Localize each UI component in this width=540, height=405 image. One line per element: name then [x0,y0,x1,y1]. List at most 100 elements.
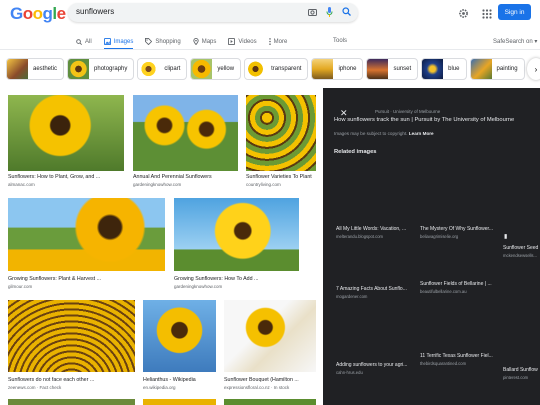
tab-all[interactable]: All [76,39,92,45]
result-image[interactable] [8,198,165,271]
result-image[interactable] [8,95,124,171]
google-logo[interactable]: Google [10,4,66,24]
chip-thumbnail [191,59,213,79]
chip-painting[interactable]: painting [469,58,525,80]
result-caption[interactable]: Growing Sunflowers: Plant & Harvest ... [8,276,101,282]
related-images-heading: Related images [334,149,377,155]
result-image[interactable] [224,300,316,372]
result-source: en.wikipedia.org [143,385,176,390]
result-image[interactable] [174,198,299,271]
result-caption[interactable]: Growing Sunflowers: How To Add ... [174,276,258,282]
chips-next-arrow-icon[interactable]: › [527,58,540,80]
result-image[interactable] [8,300,135,372]
chip-sunset[interactable]: sunset [366,58,419,80]
related-source: melterandu.blogspot.com [336,234,384,239]
chip-label: aesthetic [33,66,58,72]
tools-button[interactable]: Tools [333,38,347,44]
result-source: gardeningknowhow.com [133,182,182,187]
tab-label: More [273,38,288,45]
chip-thumbnail [470,59,492,79]
logo-letter: g [42,4,53,23]
chip-iphone[interactable]: iphone [311,58,364,80]
related-caption[interactable]: Adding sunflowers to your agri... [336,362,407,368]
chip-aesthetic[interactable]: aesthetic [6,58,65,80]
chip-label: yellow [217,66,235,72]
chip-transparent[interactable]: transparent [244,58,309,80]
search-input[interactable]: sunflowers [76,7,114,16]
chip-blue[interactable]: blue [421,58,467,80]
tab-maps[interactable]: Maps [193,38,217,45]
result-source: countryliving.com [246,182,281,187]
tab-label: Images [113,38,134,45]
learn-more-link[interactable]: Learn More [409,131,434,136]
tab-videos[interactable]: Videos [228,38,257,45]
related-caption[interactable]: Sunflower Seed [503,245,538,251]
chip-label: blue [448,66,460,72]
related-source: mckendsewsells... [503,253,537,258]
apps-grid-icon[interactable] [482,6,492,24]
tab-more[interactable]: More [268,38,288,45]
safesearch-label: SafeSearch on [493,39,533,45]
preview-source[interactable]: Pursuit · University of Melbourne [375,109,440,114]
result-image[interactable] [143,300,216,372]
result-image-partial[interactable] [8,399,135,405]
tab-label: Maps [201,38,217,45]
copyright-note: Images may be subject to copyright. Lear… [334,131,434,136]
chip-thumbnail [312,59,334,79]
result-caption[interactable]: Helianthus - Wikipedia [143,377,196,383]
search-icon[interactable] [341,6,352,17]
chip-thumbnail [68,59,90,79]
search-box[interactable]: sunflowers [68,3,358,22]
related-caption[interactable]: 7 Amazing Facts About Sunflo... [336,286,407,292]
tab-images[interactable]: Images [103,38,134,50]
result-caption[interactable]: Sunflowers: How to Plant, Grow, and ... [8,174,100,180]
chip-thumbnail [422,59,444,79]
logo-letter: o [32,4,43,23]
sign-in-button[interactable]: Sign in [498,4,531,20]
search-tabs: All Images Shopping Maps Videos More [76,38,288,50]
result-image-partial[interactable] [224,399,316,405]
video-icon [228,38,236,45]
related-source: cahn-hrus.edu [336,370,363,375]
bookmark-icon[interactable]: ▮ [504,233,507,240]
safesearch-toggle[interactable]: SafeSearch on ▾ [493,38,537,45]
result-caption[interactable]: Annual And Perennial Sunflowers [133,174,212,180]
camera-icon[interactable] [307,6,318,17]
tab-label: Shopping [155,38,181,45]
chip-label: sunset [393,66,412,72]
image-icon [103,38,111,45]
chip-yellow[interactable]: yellow [190,58,242,80]
tab-label: Videos [238,38,257,45]
more-icon [268,38,271,45]
tab-shopping[interactable]: Shopping [145,38,181,45]
chip-label: painting [496,66,518,72]
result-image-partial[interactable] [143,399,216,405]
chip-label: iphone [338,66,357,72]
result-image[interactable] [246,95,316,171]
map-pin-icon [193,38,199,45]
result-caption[interactable]: Sunflower Varieties To Plant [246,174,312,180]
chip-photography[interactable]: photography [67,58,135,80]
result-source: almanac.com [8,182,35,187]
tag-icon [145,38,153,45]
preview-title[interactable]: How sunflowers track the sun | Pursuit b… [334,117,514,123]
search-icon [76,38,82,45]
chip-label: clipart [164,66,181,72]
logo-letter: e [56,4,66,23]
result-source: gilmour.com [8,284,33,289]
related-caption[interactable]: 11 Terrific Texas Sunflower Fiel... [420,353,493,359]
result-caption[interactable]: Sunflower Bouquet (Hamilton ... [224,377,299,383]
chip-clipart[interactable]: clipart [137,58,188,80]
settings-gear-icon[interactable] [458,6,469,24]
related-caption[interactable]: All My Little Words: Vacation, ... [336,226,406,232]
related-caption[interactable]: Ballard Sunflow [503,367,538,373]
result-caption[interactable]: Sunflowers do not face each other ... [8,377,94,383]
related-caption[interactable]: The Mystery Of Why Sunflower... [420,226,493,232]
logo-letter: o [22,4,33,23]
result-image[interactable] [133,95,238,171]
related-search-chips: aesthetic photography clipart yellow tra… [6,58,525,80]
related-caption[interactable]: Sunflower Fields of Bellarine | ... [420,281,492,287]
logo-letter: G [10,4,23,23]
microphone-icon[interactable] [324,6,335,17]
chip-thumbnail [138,59,160,79]
